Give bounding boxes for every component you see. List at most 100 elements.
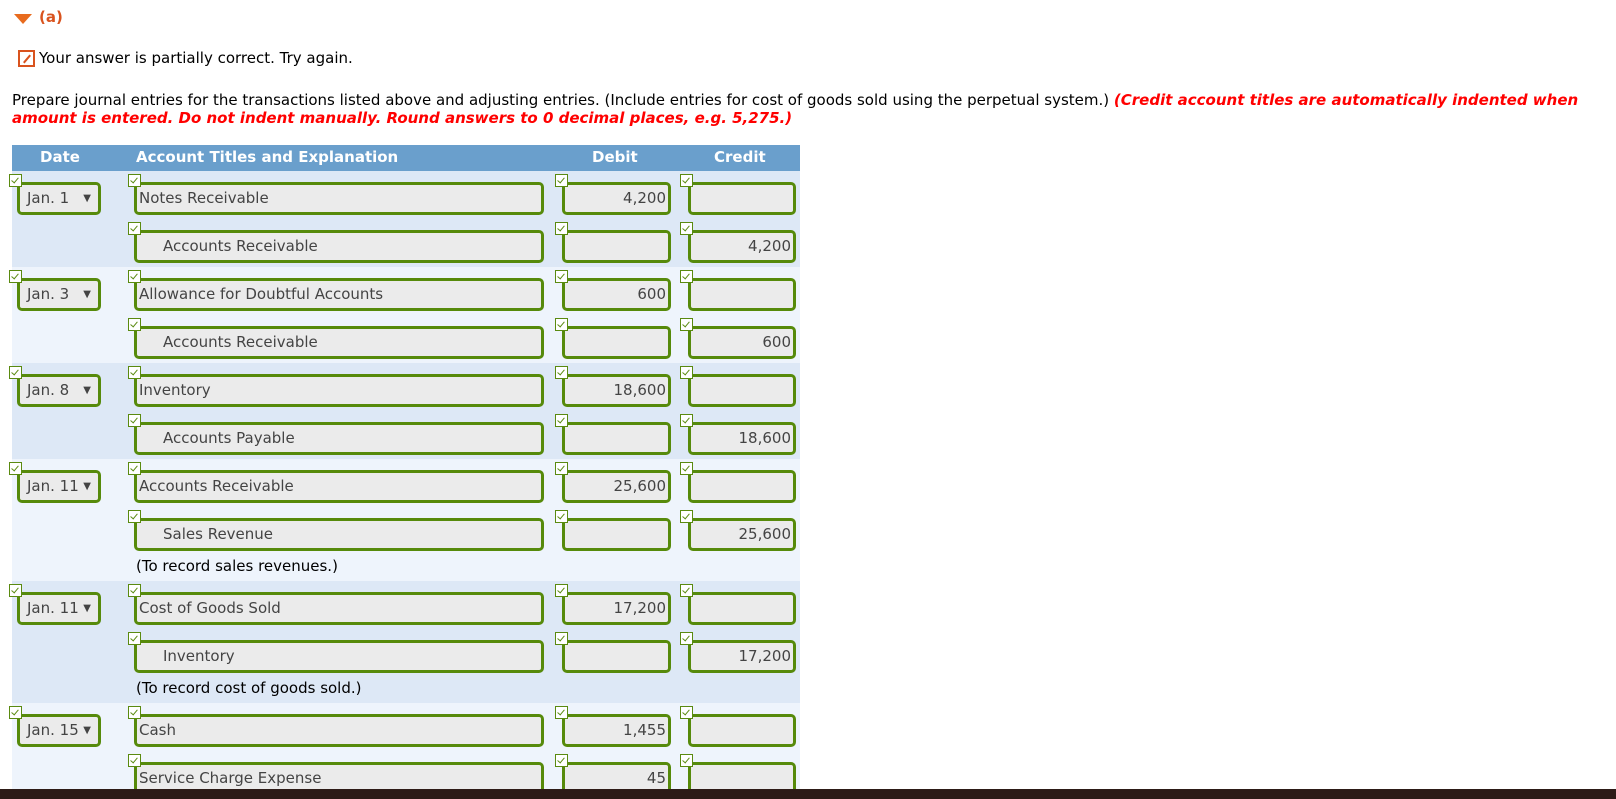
account-input[interactable]: Inventory (134, 640, 544, 673)
credit-input[interactable] (688, 278, 796, 311)
check-icon (128, 174, 141, 187)
debit-input[interactable]: 1,455 (562, 714, 671, 747)
check-icon (128, 414, 141, 427)
credit-input[interactable]: 4,200 (688, 230, 796, 263)
credit-input[interactable] (688, 470, 796, 503)
date-select[interactable]: Jan. 1 ▼ (17, 182, 101, 215)
check-icon (555, 462, 568, 475)
bottom-bar (0, 789, 1616, 799)
check-icon (128, 270, 141, 283)
check-icon (128, 584, 141, 597)
check-icon (680, 706, 693, 719)
check-icon (555, 632, 568, 645)
date-select[interactable]: Jan. 11 ▼ (17, 470, 101, 503)
journal-entries: Jan. 1 ▼ Notes Receivable 4,200 Accounts … (9, 171, 800, 799)
check-icon (680, 318, 693, 331)
check-icon (555, 174, 568, 187)
account-input[interactable]: Accounts Receivable (134, 470, 544, 503)
journal-line: Accounts Payable 18,600 (12, 411, 800, 459)
debit-input[interactable] (562, 422, 671, 455)
journal-line: Jan. 8 ▼ Inventory 18,600 (9, 363, 800, 411)
check-icon (555, 366, 568, 379)
date-select[interactable]: Jan. 3 ▼ (17, 278, 101, 311)
instructions-text: Prepare journal entries for the transact… (12, 91, 1114, 109)
check-icon (9, 366, 22, 379)
section-label: (a) (39, 8, 63, 26)
credit-input[interactable]: 18,600 (688, 422, 796, 455)
account-input[interactable]: Accounts Receivable (134, 230, 544, 263)
credit-input[interactable]: 17,200 (688, 640, 796, 673)
debit-input[interactable]: 17,200 (562, 592, 671, 625)
check-icon (680, 462, 693, 475)
journal-entry: Jan. 11 ▼ Cost of Goods Sold 17,200 Inven… (9, 581, 800, 703)
journal-line: Jan. 11 ▼ Accounts Receivable 25,600 (9, 459, 800, 507)
dropdown-arrow-icon: ▼ (83, 481, 91, 492)
collapse-triangle-icon (14, 13, 32, 24)
check-icon (555, 754, 568, 767)
journal-entry: Jan. 15 ▼ Cash 1,455 Service Charge Expen… (9, 703, 800, 799)
account-input[interactable]: Sales Revenue (134, 518, 544, 551)
debit-input[interactable]: 18,600 (562, 374, 671, 407)
check-icon (555, 414, 568, 427)
journal-line: Accounts Receivable 4,200 (12, 219, 800, 267)
debit-input[interactable] (562, 640, 671, 673)
date-select[interactable]: Jan. 15 ▼ (17, 714, 101, 747)
dropdown-arrow-icon: ▼ (83, 289, 91, 300)
feedback-message: Your answer is partially correct. Try ag… (39, 49, 353, 67)
check-icon (555, 318, 568, 331)
account-input[interactable]: Cash (134, 714, 544, 747)
debit-input[interactable] (562, 326, 671, 359)
account-input[interactable]: Accounts Receivable (134, 326, 544, 359)
journal-line: Jan. 11 ▼ Cost of Goods Sold 17,200 (9, 581, 800, 629)
credit-input[interactable] (688, 714, 796, 747)
account-input[interactable]: Inventory (134, 374, 544, 407)
table-header: Date Account Titles and Explanation Debi… (12, 145, 800, 171)
check-icon (9, 462, 22, 475)
journal-line: Jan. 15 ▼ Cash 1,455 (9, 703, 800, 751)
check-icon (555, 270, 568, 283)
credit-input[interactable]: 25,600 (688, 518, 796, 551)
check-icon (128, 754, 141, 767)
date-value: Jan. 11 (27, 599, 79, 617)
check-icon (680, 632, 693, 645)
header-date: Date (40, 148, 80, 166)
journal-table: Date Account Titles and Explanation Debi… (9, 145, 800, 799)
credit-input[interactable] (688, 374, 796, 407)
debit-input[interactable]: 600 (562, 278, 671, 311)
check-icon (555, 584, 568, 597)
credit-input[interactable] (688, 592, 796, 625)
debit-input[interactable] (562, 230, 671, 263)
dropdown-arrow-icon: ▼ (83, 385, 91, 396)
check-icon (680, 174, 693, 187)
check-icon (680, 366, 693, 379)
account-input[interactable]: Allowance for Doubtful Accounts (134, 278, 544, 311)
journal-line: Jan. 3 ▼ Allowance for Doubtful Accounts … (9, 267, 800, 315)
entry-note-row: (To record sales revenues.) (12, 555, 800, 581)
check-icon (555, 222, 568, 235)
credit-input[interactable]: 600 (688, 326, 796, 359)
header-account: Account Titles and Explanation (136, 148, 399, 166)
instructions: Prepare journal entries for the transact… (12, 91, 1612, 127)
journal-line: Accounts Receivable 600 (12, 315, 800, 363)
debit-input[interactable]: 25,600 (562, 470, 671, 503)
credit-input[interactable] (688, 182, 796, 215)
entry-note-row: (To record cost of goods sold.) (12, 677, 800, 703)
check-icon (680, 270, 693, 283)
journal-entry: Jan. 3 ▼ Allowance for Doubtful Accounts … (9, 267, 800, 363)
journal-line: Sales Revenue 25,600 (12, 507, 800, 555)
check-icon (680, 222, 693, 235)
journal-entry: Jan. 11 ▼ Accounts Receivable 25,600 Sale… (9, 459, 800, 581)
account-input[interactable]: Notes Receivable (134, 182, 544, 215)
account-input[interactable]: Accounts Payable (134, 422, 544, 455)
journal-entry: Jan. 8 ▼ Inventory 18,600 Accounts Payabl… (9, 363, 800, 459)
check-icon (680, 414, 693, 427)
account-input[interactable]: Cost of Goods Sold (134, 592, 544, 625)
section-toggle[interactable]: (a) (14, 8, 63, 26)
debit-input[interactable]: 4,200 (562, 182, 671, 215)
debit-input[interactable] (562, 518, 671, 551)
date-select[interactable]: Jan. 8 ▼ (17, 374, 101, 407)
dropdown-arrow-icon: ▼ (83, 193, 91, 204)
check-icon (128, 366, 141, 379)
date-select[interactable]: Jan. 11 ▼ (17, 592, 101, 625)
date-value: Jan. 8 (27, 381, 70, 399)
